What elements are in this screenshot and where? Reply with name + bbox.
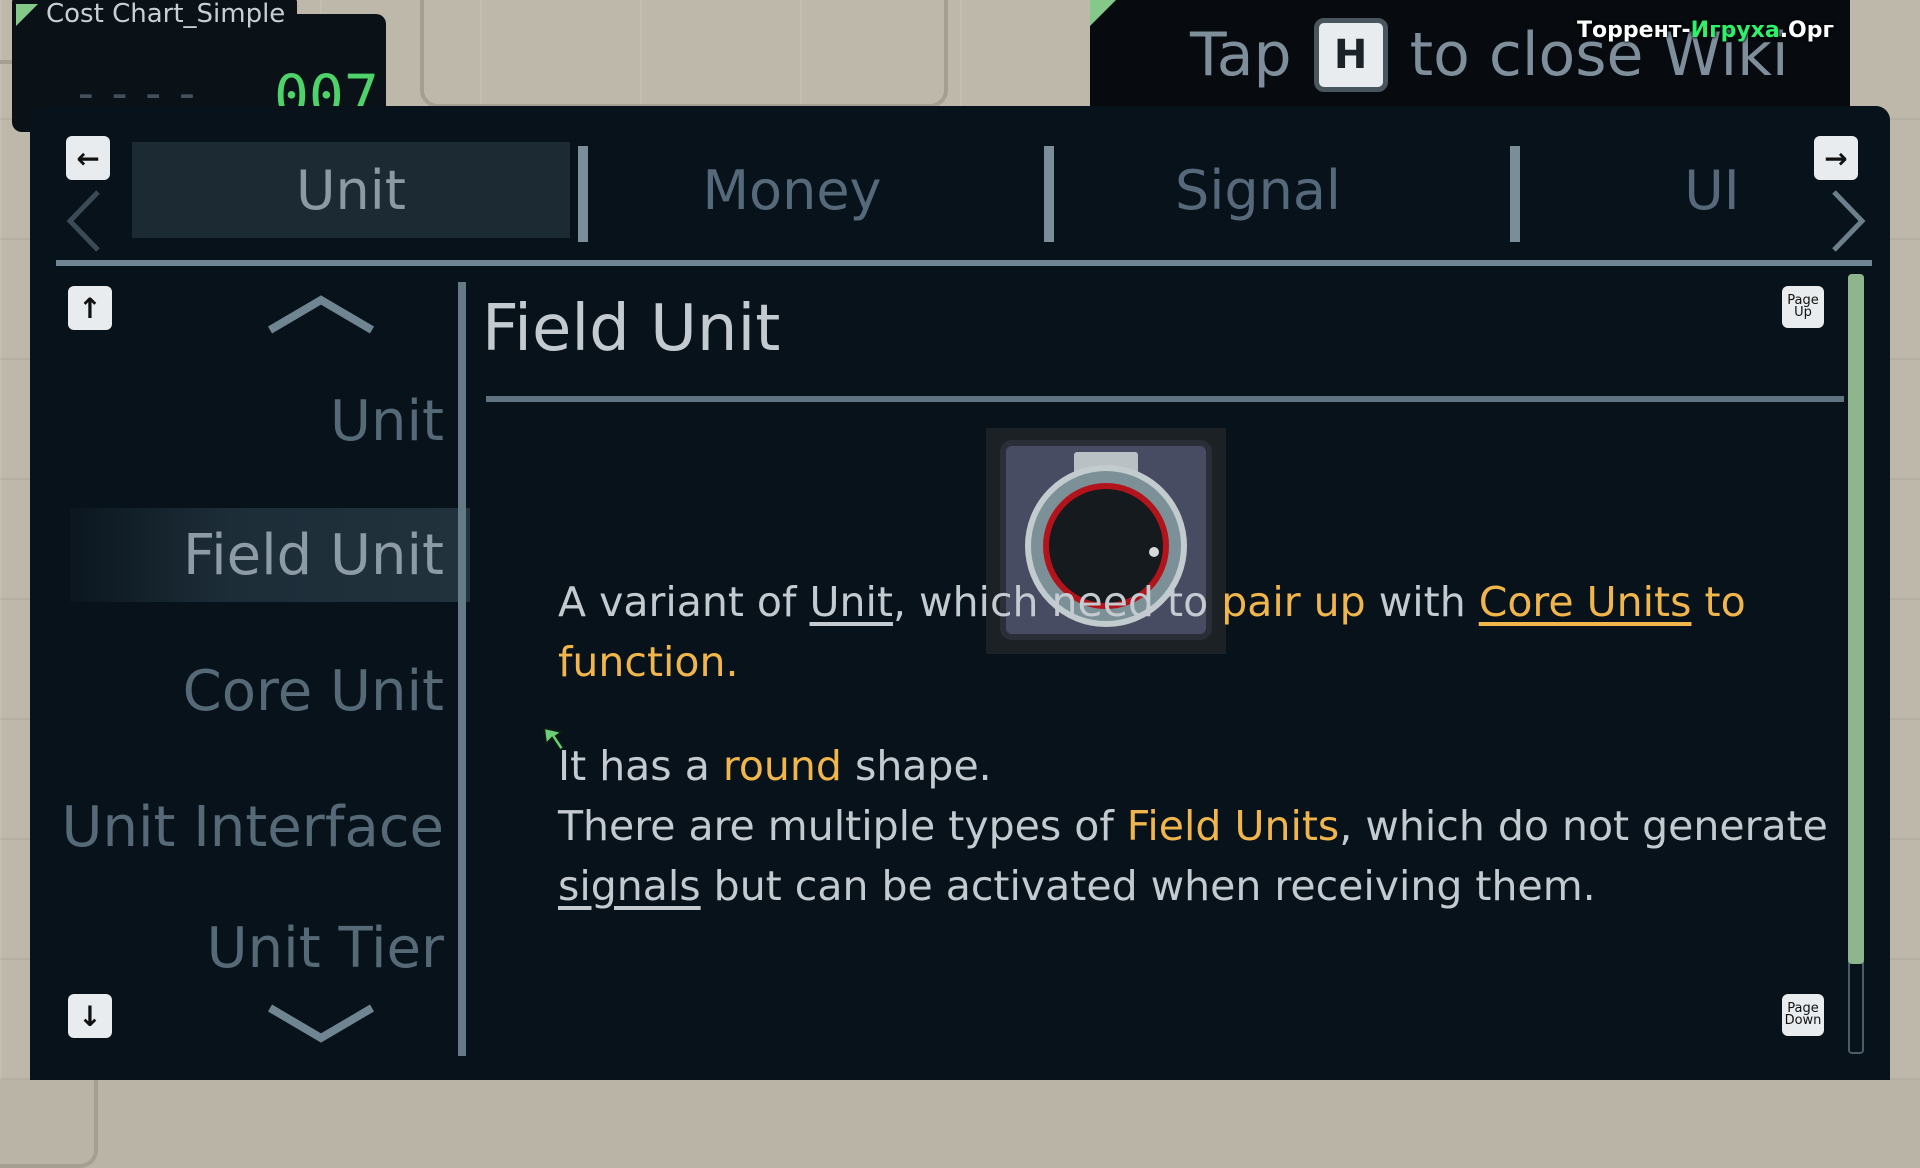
tab-separator bbox=[1044, 146, 1054, 242]
topic-list: Unit Field Unit Core Unit Unit Interface… bbox=[56, 276, 476, 1056]
chart-tab[interactable]: Cost Chart_Simple bbox=[12, 0, 298, 30]
chevron-down-icon[interactable] bbox=[266, 1004, 376, 1044]
link-core-units[interactable]: Core Units bbox=[1479, 578, 1692, 626]
topic-item-core-unit[interactable]: Core Unit bbox=[183, 644, 444, 738]
article-paragraph-1: A variant of Unit, which need to pair up… bbox=[558, 578, 1746, 686]
article-paragraph-3: There are multiple types of Field Units,… bbox=[558, 802, 1828, 910]
chevron-up-icon[interactable] bbox=[266, 294, 376, 334]
close-wiki-hint: Tap H to close Wiki Торрент-Игруха.Орг bbox=[1090, 0, 1850, 110]
h-key-icon: H bbox=[1313, 18, 1388, 92]
page-down-button[interactable]: Page Down bbox=[1782, 994, 1824, 1036]
tab-unit[interactable]: Unit bbox=[132, 142, 570, 238]
tab-money[interactable]: Money bbox=[592, 142, 992, 238]
topic-item-unit-tier[interactable]: Unit Tier bbox=[207, 916, 444, 976]
corner-flag-icon bbox=[16, 4, 38, 26]
hint-tap-text: Tap bbox=[1190, 20, 1292, 90]
sidebar-divider bbox=[458, 282, 466, 1056]
chevron-left-icon[interactable] bbox=[64, 186, 104, 271]
topic-item-field-unit[interactable]: Field Unit bbox=[183, 508, 444, 602]
mouse-cursor-icon bbox=[542, 726, 566, 752]
tabs-underline bbox=[56, 260, 1872, 266]
board-trace bbox=[420, 0, 948, 108]
link-unit[interactable]: Unit bbox=[810, 578, 893, 626]
tab-separator bbox=[578, 146, 588, 242]
tab-separator bbox=[1510, 146, 1520, 242]
arrow-left-icon: ← bbox=[76, 141, 100, 175]
title-rule bbox=[486, 396, 1844, 402]
topic-item-unit-interface[interactable]: Unit Interface bbox=[61, 780, 444, 874]
category-tabs: Unit Money Signal UI bbox=[132, 142, 1852, 242]
topic-item-unit[interactable]: Unit bbox=[330, 374, 444, 468]
scrollbar-thumb[interactable] bbox=[1848, 274, 1864, 964]
chart-title: Cost Chart_Simple bbox=[46, 0, 286, 29]
tab-signal[interactable]: Signal bbox=[1058, 142, 1458, 238]
wiki-window: ← → Unit Money Signal UI ↑ ↓ Unit Field … bbox=[30, 106, 1890, 1080]
prev-tab-button[interactable]: ← bbox=[66, 136, 110, 180]
article-title: Field Unit bbox=[482, 292, 781, 366]
page-up-button[interactable]: Page Up bbox=[1782, 286, 1824, 328]
corner-flag-icon bbox=[1090, 0, 1116, 26]
link-signals[interactable]: signals bbox=[558, 862, 701, 910]
watermark: Торрент-Игруха.Орг bbox=[1577, 18, 1834, 43]
article-paragraph-2: It has a round shape. bbox=[558, 742, 992, 790]
tab-ui[interactable]: UI bbox=[1632, 142, 1792, 238]
